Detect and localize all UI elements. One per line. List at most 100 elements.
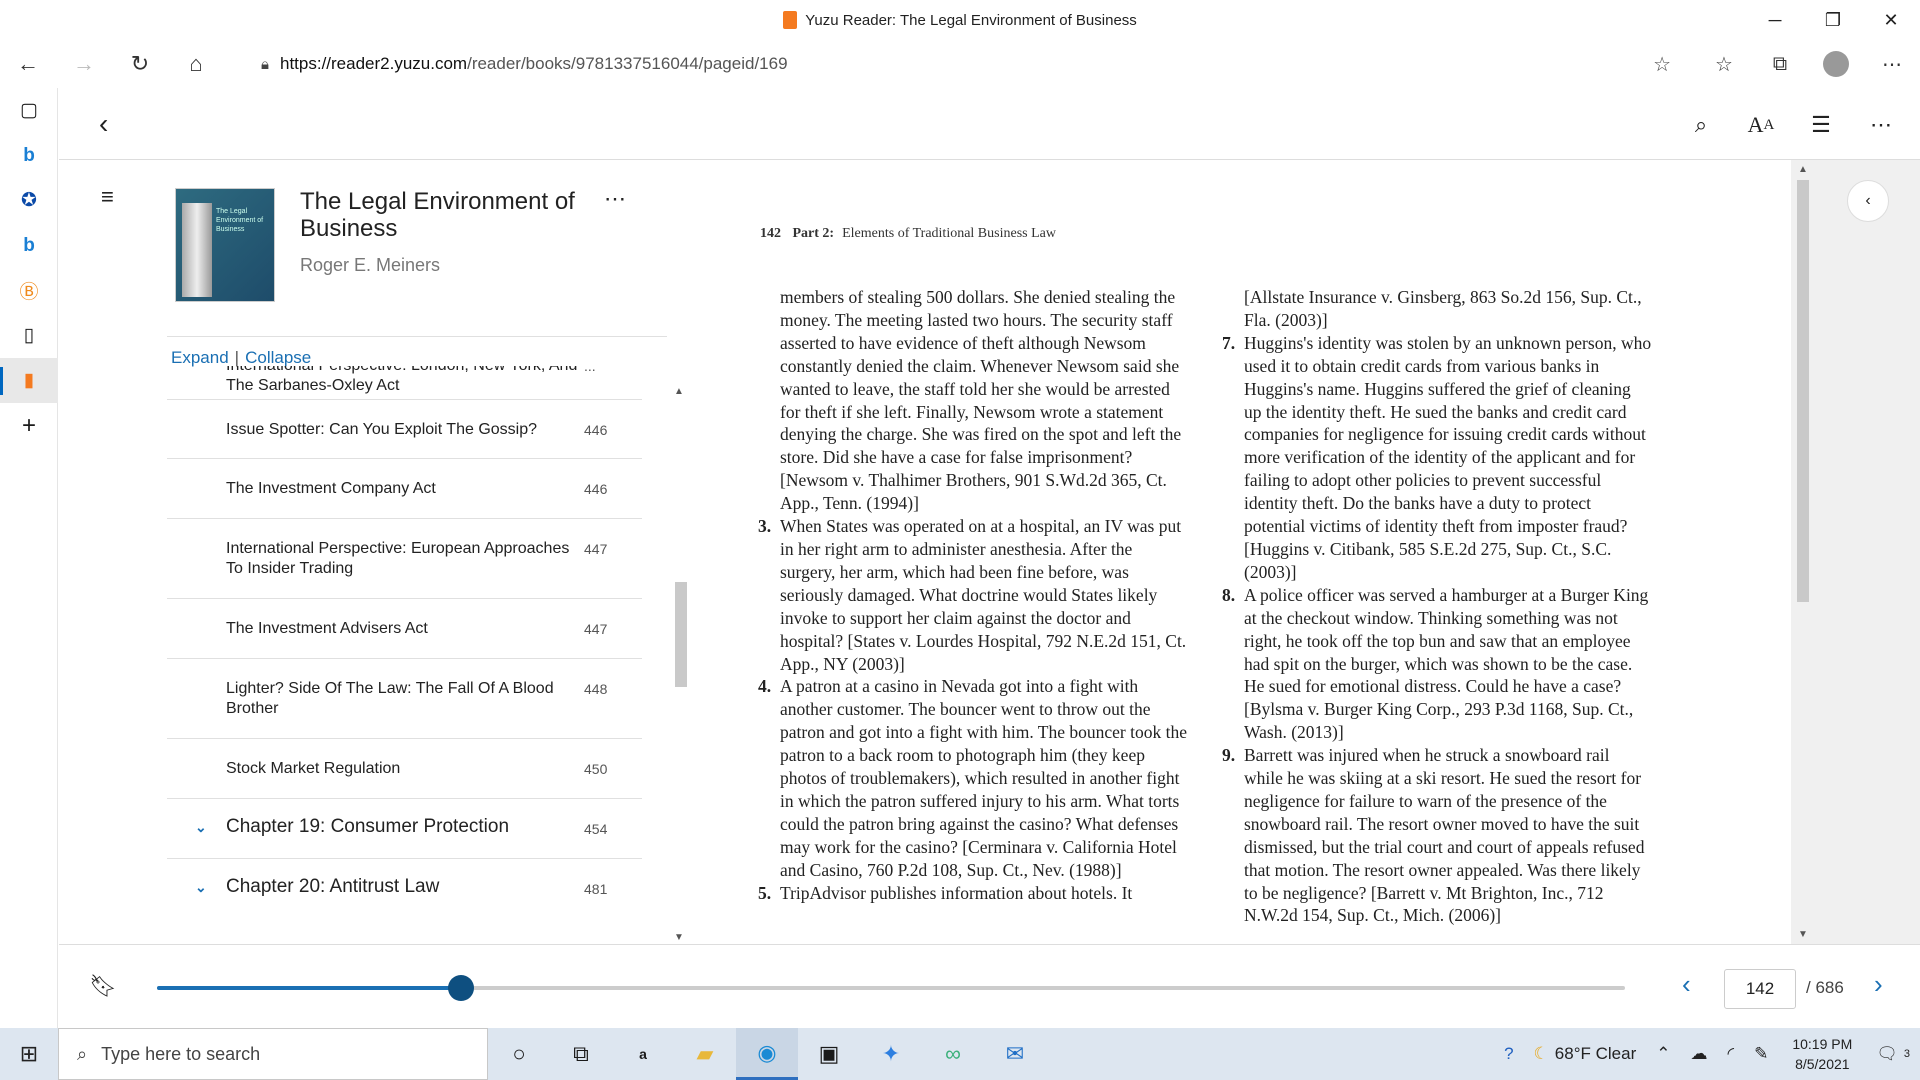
- amazon-icon[interactable]: a: [612, 1028, 674, 1080]
- more-icon[interactable]: ⋯: [1864, 52, 1920, 77]
- taskbar-search[interactable]: ⌕ Type here to search: [58, 1028, 488, 1080]
- tabs-icon[interactable]: ▢: [0, 88, 58, 133]
- window-title-wrap: Yuzu Reader: The Legal Environment of Bu…: [783, 11, 1137, 29]
- toc-list: International Perspective: London, New Y…: [167, 366, 642, 944]
- paragraph: 8. A police officer was served a hamburge…: [1222, 584, 1652, 744]
- chevron-down-icon[interactable]: ⌄: [195, 819, 207, 836]
- toc-item[interactable]: Stock Market Regulation 450: [167, 739, 642, 799]
- chevron-left-icon[interactable]: ‹: [99, 108, 108, 140]
- expand-link[interactable]: Expand: [171, 348, 229, 367]
- address-bar[interactable]: 🔒︎ https://reader2.yuzu.com/reader/books…: [236, 44, 1681, 84]
- toc-item-label: Issue Spotter: Can You Exploit The Gossi…: [226, 421, 538, 438]
- back-arrow-icon[interactable]: ←: [0, 40, 56, 88]
- toc-item-page: 450: [584, 761, 608, 777]
- search-icon: ⌕: [77, 1043, 88, 1064]
- toc-chapter-20[interactable]: ⌄ Chapter 20: Antitrust Law 481: [167, 859, 642, 919]
- bing-icon-2[interactable]: b: [0, 223, 58, 268]
- scroll-up-icon[interactable]: ▲: [674, 386, 684, 397]
- coin-icon[interactable]: Ⓑ: [0, 268, 58, 313]
- refresh-icon[interactable]: ↻: [112, 40, 168, 88]
- store-icon[interactable]: ▣: [798, 1028, 860, 1080]
- text-size-icon[interactable]: AA: [1742, 106, 1780, 144]
- page-scrollbar[interactable]: ▲ ▼: [1794, 160, 1812, 944]
- edge-icon[interactable]: ◉: [736, 1028, 798, 1080]
- toc-item[interactable]: The Investment Company Act 446: [167, 459, 642, 519]
- infinity-app-icon[interactable]: ∞: [922, 1028, 984, 1080]
- home-icon[interactable]: ⌂: [168, 40, 224, 88]
- clock[interactable]: 10:19 PM 8/5/2021: [1778, 1034, 1866, 1074]
- toc-item-label: Chapter 20: Antitrust Law: [226, 876, 440, 897]
- office-icon[interactable]: ✪: [0, 178, 58, 223]
- minimize-button[interactable]: ─: [1746, 0, 1804, 40]
- close-button[interactable]: ✕: [1862, 0, 1920, 40]
- cortana-icon[interactable]: ○: [488, 1028, 550, 1080]
- page-number-input[interactable]: 142: [1724, 969, 1796, 1009]
- add-icon[interactable]: +: [0, 403, 58, 448]
- hamburger-icon[interactable]: ≡: [101, 184, 114, 210]
- toc-scroll-thumb[interactable]: [675, 582, 687, 687]
- forward-arrow-icon[interactable]: →: [56, 40, 112, 88]
- slider-fill: [157, 986, 461, 990]
- chevron-left-icon[interactable]: ‹: [1847, 180, 1889, 222]
- favorites-icon[interactable]: ☆: [1696, 52, 1752, 77]
- toc-item[interactable]: Issue Spotter: Can You Exploit The Gossi…: [167, 400, 642, 459]
- toc-item[interactable]: International Perspective: London, New Y…: [167, 366, 642, 400]
- toc-item[interactable]: Lighter? Side Of The Law: The Fall Of A …: [167, 659, 642, 739]
- task-view-icon[interactable]: ⧉: [550, 1028, 612, 1080]
- bing-icon[interactable]: b: [0, 133, 58, 178]
- toc-item-page: 447: [584, 621, 608, 637]
- pen-icon[interactable]: ✎: [1744, 1044, 1778, 1064]
- collapse-link[interactable]: Collapse: [245, 348, 311, 367]
- taskbar: ⊞ ⌕ Type here to search ○ ⧉ a ▰ ◉ ▣ ✦ ∞ …: [0, 1028, 1920, 1080]
- previous-page-button[interactable]: ‹: [1682, 969, 1691, 1000]
- slider-handle[interactable]: [447, 975, 474, 1001]
- collections-icon[interactable]: ⧉: [1752, 53, 1808, 76]
- lock-icon: 🔒︎: [261, 55, 269, 73]
- mail-icon[interactable]: ✉: [984, 1028, 1046, 1080]
- reader-footer: 🔖︎ ‹ 142 / 686 ›: [59, 944, 1920, 1030]
- book-more-icon[interactable]: ⋯: [604, 186, 626, 212]
- toc-item-label: The Investment Advisers Act: [226, 620, 428, 637]
- maximize-button[interactable]: ❐: [1804, 0, 1862, 40]
- page-progress-slider[interactable]: [157, 975, 1625, 1001]
- next-page-button[interactable]: ›: [1874, 969, 1883, 1000]
- toc-scrollbar[interactable]: ▲ ▼: [671, 386, 689, 943]
- chevron-down-icon[interactable]: ⌄: [195, 879, 207, 896]
- windows-icon[interactable]: ⊞: [0, 1028, 58, 1080]
- weather[interactable]: ☾ 68°F Clear: [1524, 1044, 1647, 1064]
- wifi-icon[interactable]: ◜: [1718, 1044, 1745, 1064]
- book-author: Roger E. Meiners: [300, 255, 441, 275]
- scroll-down-icon[interactable]: ▼: [674, 932, 684, 943]
- book-page: 142 Part 2: Elements of Traditional Busin…: [691, 160, 1791, 944]
- book-title: The Legal Environment of Business: [300, 188, 575, 242]
- dropbox-icon[interactable]: ✦: [860, 1028, 922, 1080]
- toc-item[interactable]: International Perspective: European Appr…: [167, 519, 642, 599]
- chevron-up-icon[interactable]: ⌃: [1646, 1044, 1680, 1064]
- profile-icon[interactable]: [1823, 51, 1849, 77]
- bookmark-icon[interactable]: 🔖︎: [89, 973, 117, 999]
- notification-icon[interactable]: 🗨︎ 3: [1866, 1044, 1920, 1064]
- toc-chapter-19[interactable]: ⌄ Chapter 19: Consumer Protection 454: [167, 799, 642, 859]
- toc-item-page: 447: [584, 541, 608, 557]
- reader-tools: ⌕ AA ☰ ⋯: [1682, 106, 1900, 144]
- more-icon-reader[interactable]: ⋯: [1862, 106, 1900, 144]
- yuzu-app-icon[interactable]: ▮: [0, 358, 58, 403]
- toc-item[interactable]: The Investment Advisers Act 447: [167, 599, 642, 659]
- file-explorer-icon[interactable]: ▰: [674, 1028, 736, 1080]
- cover-column: [182, 203, 212, 297]
- scroll-down-icon[interactable]: ▼: [1798, 929, 1808, 940]
- right-column: [Allstate Insurance v. Ginsberg, 863 So.…: [1222, 286, 1652, 927]
- page-scroll-thumb[interactable]: [1797, 180, 1809, 602]
- favorite-add-icon[interactable]: ☆: [1653, 52, 1671, 77]
- scroll-up-icon[interactable]: ▲: [1798, 164, 1808, 175]
- help-icon[interactable]: ?: [1494, 1044, 1523, 1064]
- notes-icon[interactable]: ☰: [1802, 106, 1840, 144]
- running-head: 142 Part 2: Elements of Traditional Busin…: [760, 226, 1056, 242]
- onedrive-icon[interactable]: ☁: [1681, 1044, 1718, 1064]
- toc-item-page: 446: [584, 481, 608, 497]
- document-icon[interactable]: ▯: [0, 313, 58, 358]
- paragraph-text: [Allstate Insurance v. Ginsberg, 863 So.…: [1244, 287, 1642, 330]
- url-host: https://reader2.yuzu.com: [280, 54, 468, 73]
- edge-sidebar: ▢ b ✪ b Ⓑ ▯ ▮ +: [0, 88, 58, 1028]
- search-icon[interactable]: ⌕: [1682, 106, 1720, 144]
